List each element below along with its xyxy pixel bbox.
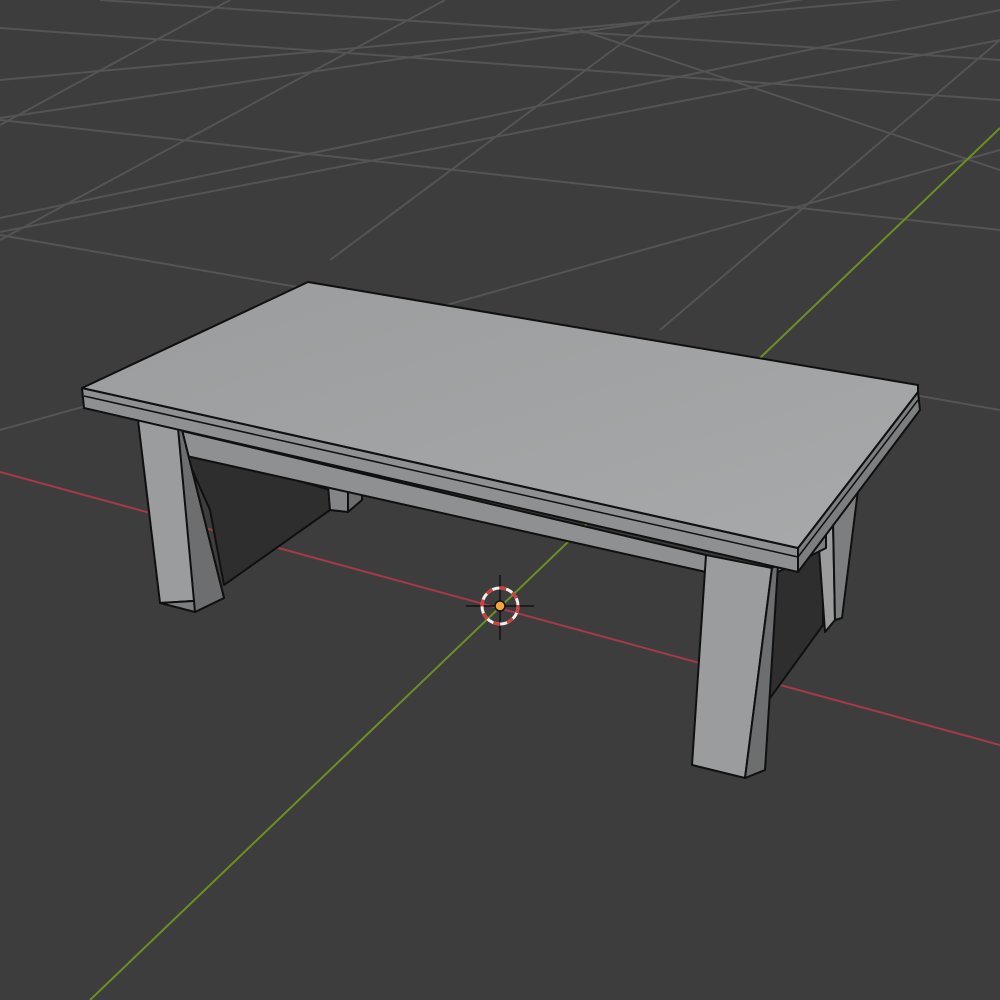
- object-origin-icon: [494, 600, 506, 612]
- viewport-canvas[interactable]: [0, 0, 1000, 1000]
- 3d-viewport[interactable]: [0, 0, 1000, 1000]
- table-leg-front-right: [691, 554, 779, 779]
- table-mesh[interactable]: [81, 281, 921, 779]
